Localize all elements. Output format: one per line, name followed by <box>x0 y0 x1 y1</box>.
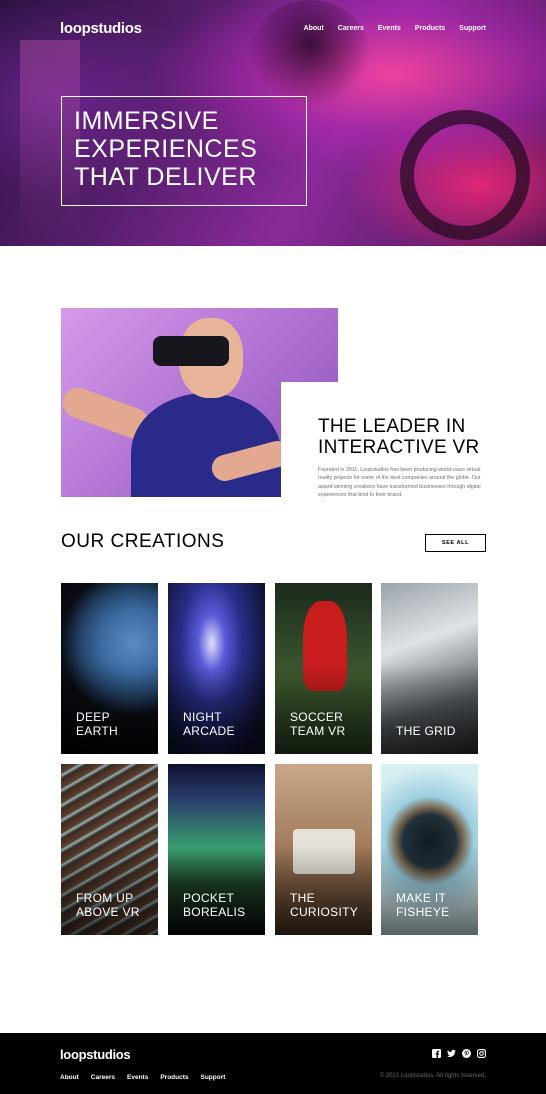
footer-nav-products[interactable]: Products <box>160 1074 188 1081</box>
pinterest-icon[interactable] <box>462 1049 471 1058</box>
creation-card-the-grid[interactable]: THE GRID <box>381 583 478 754</box>
hero-headline-box: IMMERSIVE EXPERIENCES THAT DELIVER <box>61 96 307 206</box>
footer-nav-events[interactable]: Events <box>127 1074 148 1081</box>
main-nav: About Careers Events Products Support <box>304 25 486 32</box>
creations-title: OUR CREATIONS <box>61 531 225 552</box>
footer-nav: About Careers Events Products Support <box>60 1074 225 1081</box>
nav-about[interactable]: About <box>304 25 324 32</box>
logo[interactable]: loopstudios <box>60 20 142 37</box>
nav-careers[interactable]: Careers <box>338 25 364 32</box>
about-title-line-1: THE LEADER IN <box>318 416 466 437</box>
hero-headline-line-1: IMMERSIVE <box>74 107 219 135</box>
card-title: MAKE IT FISHEYE <box>396 891 450 919</box>
image-vr-headset <box>153 336 229 366</box>
copyright: © 2021 Loopstudios. All rights reserved. <box>379 1073 486 1079</box>
nav-support[interactable]: Support <box>459 25 486 32</box>
creation-card-night-arcade[interactable]: NIGHT ARCADE <box>168 583 265 754</box>
facebook-icon[interactable] <box>432 1049 441 1058</box>
card-title: THE GRID <box>396 724 456 738</box>
hero-image-steering-wheel <box>400 110 530 240</box>
card-overlay <box>168 845 265 935</box>
card-title: SOCCER TEAM VR <box>290 710 346 738</box>
hero-section: loopstudios About Careers Events Product… <box>0 0 546 246</box>
card-title: NIGHT ARCADE <box>183 710 235 738</box>
card-overlay <box>381 664 478 754</box>
card-overlay <box>275 664 372 754</box>
see-all-button[interactable]: SEE ALL <box>425 534 486 552</box>
twitter-icon[interactable] <box>447 1049 456 1058</box>
card-title: POCKET BOREALIS <box>183 891 246 919</box>
nav-events[interactable]: Events <box>378 25 401 32</box>
footer: loopstudios About Careers Events Product… <box>0 1033 546 1094</box>
hero-headline-line-3: THAT DELIVER <box>74 163 257 191</box>
card-title: DEEP EARTH <box>76 710 118 738</box>
creation-card-make-it-fisheye[interactable]: MAKE IT FISHEYE <box>381 764 478 935</box>
card-title: FROM UP ABOVE VR <box>76 891 140 919</box>
footer-logo[interactable]: loopstudios <box>60 1047 131 1062</box>
card-overlay <box>61 845 158 935</box>
creation-card-the-curiosity[interactable]: THE CURIOSITY <box>275 764 372 935</box>
creation-card-from-up-above-vr[interactable]: FROM UP ABOVE VR <box>61 764 158 935</box>
creation-card-pocket-borealis[interactable]: POCKET BOREALIS <box>168 764 265 935</box>
about-title-line-2: INTERACTIVE VR <box>318 437 480 458</box>
card-overlay <box>381 845 478 935</box>
about-panel: THE LEADER IN INTERACTIVE VR Founded in … <box>281 382 486 506</box>
footer-nav-support[interactable]: Support <box>201 1074 226 1081</box>
card-overlay <box>275 845 372 935</box>
footer-nav-about[interactable]: About <box>60 1074 79 1081</box>
card-overlay <box>168 664 265 754</box>
social-links <box>432 1049 486 1058</box>
hero-headline-line-2: EXPERIENCES <box>74 135 258 163</box>
nav-products[interactable]: Products <box>415 25 445 32</box>
card-overlay <box>61 664 158 754</box>
creation-card-deep-earth[interactable]: DEEP EARTH <box>61 583 158 754</box>
instagram-icon[interactable] <box>477 1049 486 1058</box>
hero-image-headset <box>250 0 370 110</box>
footer-nav-careers[interactable]: Careers <box>91 1074 115 1081</box>
creation-card-soccer-team-vr[interactable]: SOCCER TEAM VR <box>275 583 372 754</box>
about-text: Founded in 2011, Loopstudios has been pr… <box>318 467 481 498</box>
card-title: THE CURIOSITY <box>290 891 359 919</box>
